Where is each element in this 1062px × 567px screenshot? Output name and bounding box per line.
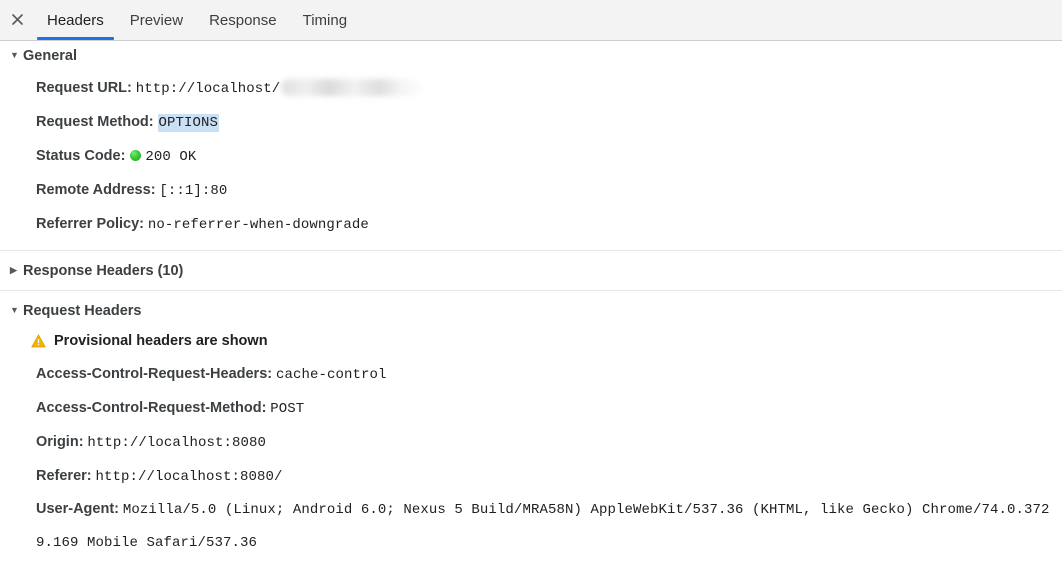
general-rows: Request URL: http://localhost/ Request M…: [0, 70, 1062, 241]
section-divider-1: [0, 250, 1062, 251]
section-divider-2: [0, 290, 1062, 291]
tab-timing[interactable]: Timing: [290, 0, 360, 40]
row-status-code: Status Code: 200 OK: [0, 139, 1062, 173]
row-remote-address: Remote Address: [::1]:80: [0, 173, 1062, 207]
tab-response[interactable]: Response: [196, 0, 290, 40]
referrer-policy-label: Referrer Policy:: [36, 216, 144, 232]
referrer-policy-value[interactable]: no-referrer-when-downgrade: [148, 217, 369, 233]
user-agent-value[interactable]: Mozilla/5.0 (Linux; Android 6.0; Nexus 5…: [36, 502, 1050, 551]
acr-method-label: Access-Control-Request-Method:: [36, 400, 267, 416]
origin-label: Origin:: [36, 434, 84, 450]
tab-headers-label: Headers: [47, 11, 104, 29]
tab-preview[interactable]: Preview: [117, 0, 196, 40]
referer-label: Referer:: [36, 468, 92, 484]
section-response-headers-label: Response Headers (10): [23, 262, 184, 279]
section-response-headers[interactable]: ▶ Response Headers (10): [0, 256, 1062, 285]
row-user-agent: User-Agent: Mozilla/5.0 (Linux; Android …: [0, 493, 1062, 559]
row-acr-method: Access-Control-Request-Method: POST: [0, 391, 1062, 425]
row-request-method: Request Method: OPTIONS: [0, 105, 1062, 139]
status-code-value[interactable]: 200 OK: [145, 149, 196, 165]
provisional-headers-warning-text: Provisional headers are shown: [54, 333, 268, 349]
remote-address-label: Remote Address:: [36, 182, 156, 198]
tab-response-label: Response: [209, 11, 277, 29]
request-method-value[interactable]: OPTIONS: [157, 114, 220, 132]
row-origin: Origin: http://localhost:8080: [0, 425, 1062, 459]
request-header-rows: Access-Control-Request-Headers: cache-co…: [0, 357, 1062, 559]
row-acr-headers: Access-Control-Request-Headers: cache-co…: [0, 357, 1062, 391]
chevron-right-icon: ▶: [10, 265, 17, 275]
tab-timing-label: Timing: [302, 11, 348, 29]
warning-triangle-icon: [31, 334, 46, 348]
tab-headers[interactable]: Headers: [34, 0, 117, 40]
request-url-value[interactable]: http://localhost/: [136, 81, 281, 97]
headers-panel: ▼ General Request URL: http://localhost/…: [0, 41, 1062, 567]
chevron-down-icon-2: ▼: [10, 305, 19, 315]
provisional-headers-warning: Provisional headers are shown: [0, 325, 1062, 357]
origin-value[interactable]: http://localhost:8080: [87, 435, 266, 451]
user-agent-label: User-Agent:: [36, 501, 119, 517]
section-general-label: General: [23, 47, 77, 64]
referer-value[interactable]: http://localhost:8080/: [96, 469, 283, 485]
request-method-label: Request Method:: [36, 114, 154, 130]
status-code-label: Status Code:: [36, 148, 126, 164]
request-url-label: Request URL:: [36, 80, 132, 96]
close-icon[interactable]: [0, 0, 34, 40]
acr-method-value[interactable]: POST: [270, 401, 304, 417]
tab-preview-label: Preview: [129, 11, 184, 29]
redacted-url-blur: [281, 78, 422, 96]
row-referrer-policy: Referrer Policy: no-referrer-when-downgr…: [0, 207, 1062, 241]
acr-headers-value[interactable]: cache-control: [276, 367, 387, 383]
row-referer: Referer: http://localhost:8080/: [0, 459, 1062, 493]
section-request-headers-label: Request Headers: [23, 302, 142, 319]
acr-headers-label: Access-Control-Request-Headers:: [36, 366, 273, 382]
chevron-down-icon: ▼: [10, 50, 19, 60]
section-request-headers[interactable]: ▼ Request Headers: [0, 296, 1062, 325]
status-ok-dot-icon: [130, 149, 142, 161]
remote-address-value[interactable]: [::1]:80: [159, 183, 227, 199]
devtools-tab-bar: Headers Preview Response Timing: [0, 0, 1062, 41]
row-request-url: Request URL: http://localhost/: [0, 71, 1062, 105]
section-general[interactable]: ▼ General: [0, 41, 1062, 70]
